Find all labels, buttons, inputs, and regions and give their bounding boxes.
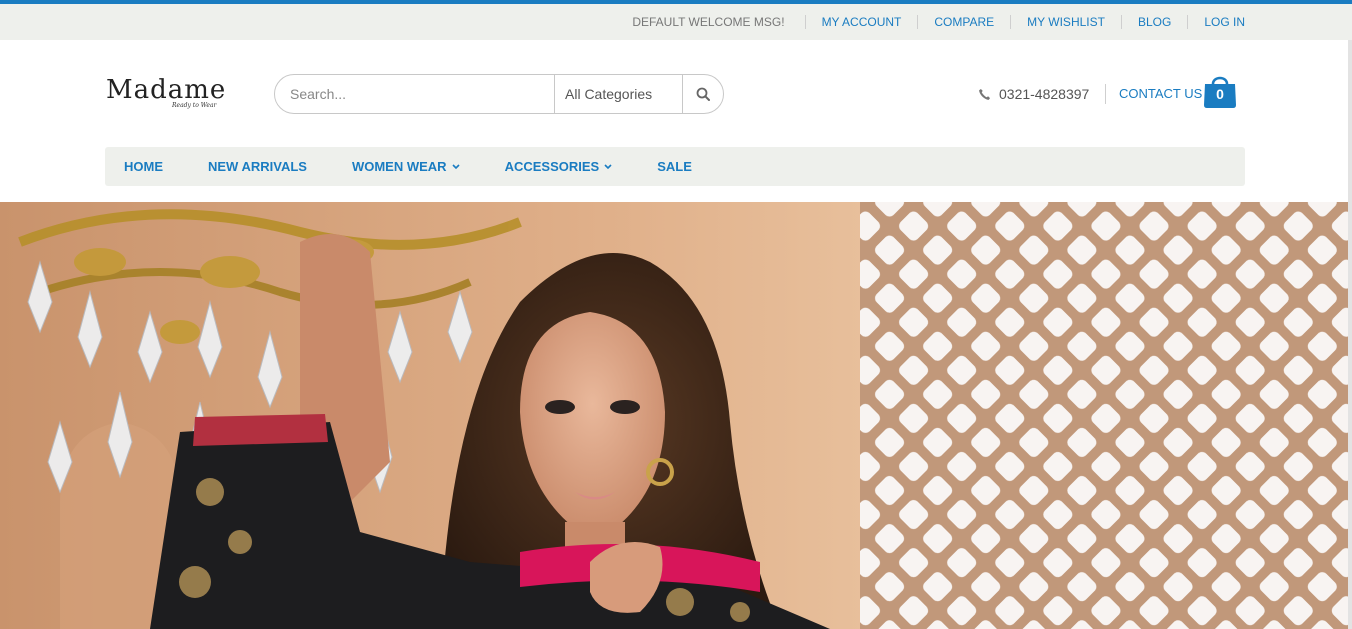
category-select[interactable]: All Categories <box>554 75 683 113</box>
chevron-down-icon <box>604 163 612 169</box>
compare-link[interactable]: COMPARE <box>917 15 1010 29</box>
nav-accessories[interactable]: ACCESSORIES <box>505 159 613 174</box>
cart-count: 0 <box>1216 86 1224 102</box>
search-button[interactable] <box>683 75 723 113</box>
top-bar: DEFAULT WELCOME MSG! MY ACCOUNT COMPARE … <box>0 4 1352 40</box>
my-account-link[interactable]: MY ACCOUNT <box>804 15 918 29</box>
site-logo[interactable]: Madame Ready to Wear <box>106 74 225 114</box>
phone-contact: 0321-4828397 <box>978 84 1089 104</box>
logo-tagline: Ready to Wear <box>172 102 217 109</box>
hero-image <box>0 202 1348 629</box>
log-in-link[interactable]: LOG IN <box>1187 15 1245 29</box>
welcome-message: DEFAULT WELCOME MSG! <box>632 15 785 29</box>
contact-us-link[interactable]: CONTACT US <box>1119 86 1202 101</box>
cart-button[interactable]: 0 <box>1202 72 1238 110</box>
nav-new-arrivals-label: NEW ARRIVALS <box>208 159 307 174</box>
main-nav: HOME NEW ARRIVALS WOMEN WEAR ACCESSORIES… <box>105 147 1245 186</box>
nav-women-wear-label: WOMEN WEAR <box>351 159 447 174</box>
nav-sale[interactable]: SALE <box>657 159 692 174</box>
nav-sale-label: SALE <box>657 159 692 174</box>
header-divider <box>1105 84 1106 104</box>
search-bar: All Categories <box>274 74 724 114</box>
nav-women-wear[interactable]: WOMEN WEAR <box>352 159 460 174</box>
top-links: DEFAULT WELCOME MSG! MY ACCOUNT COMPARE … <box>632 4 1245 40</box>
nav-home-label: HOME <box>124 159 163 174</box>
nav-new-arrivals[interactable]: NEW ARRIVALS <box>208 159 307 174</box>
nav-accessories-label: ACCESSORIES <box>504 159 600 174</box>
vertical-scrollbar[interactable] <box>1348 40 1352 629</box>
nav-home[interactable]: HOME <box>124 159 163 174</box>
search-input[interactable] <box>275 75 554 113</box>
phone-number: 0321-4828397 <box>999 86 1090 102</box>
search-icon <box>696 87 710 101</box>
phone-icon <box>979 88 991 100</box>
page: DEFAULT WELCOME MSG! MY ACCOUNT COMPARE … <box>0 0 1352 629</box>
blog-link[interactable]: BLOG <box>1120 15 1187 29</box>
my-wishlist-link[interactable]: MY WISHLIST <box>1010 15 1121 29</box>
chevron-down-icon <box>451 163 460 169</box>
hero-banner[interactable] <box>0 202 1348 629</box>
